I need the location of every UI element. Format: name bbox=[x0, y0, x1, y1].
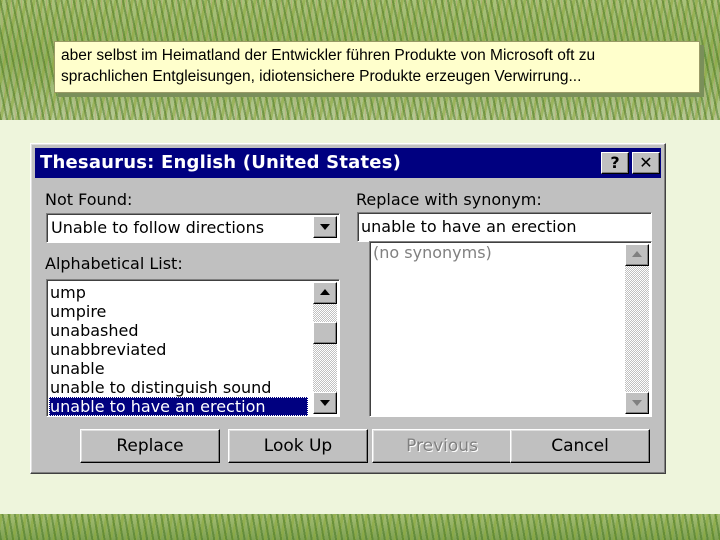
dialog-title: Thesaurus: English (United States) bbox=[40, 152, 402, 173]
list-scroll-down-button[interactable] bbox=[313, 392, 337, 414]
caption-note: aber selbst im Heimatland der Entwickler… bbox=[54, 41, 700, 93]
chevron-down-icon bbox=[320, 224, 330, 230]
previous-button[interactable]: Previous bbox=[372, 429, 512, 463]
not-found-value: Unable to follow directions bbox=[51, 218, 265, 237]
arrow-down-icon bbox=[632, 400, 642, 406]
replace-with-synonym-input[interactable]: unable to have an erection bbox=[357, 212, 652, 242]
help-button[interactable]: ? bbox=[601, 152, 629, 174]
list-item[interactable]: unabashed bbox=[50, 321, 139, 340]
close-button[interactable]: ✕ bbox=[632, 152, 660, 174]
list-item[interactable]: unable to distinguish sound bbox=[50, 378, 271, 397]
dialog-titlebar[interactable]: Thesaurus: English (United States) ? ✕ bbox=[35, 148, 661, 178]
arrow-up-icon bbox=[320, 289, 330, 295]
list-item[interactable]: umpire bbox=[50, 302, 106, 321]
replace-with-synonym-value: unable to have an erection bbox=[361, 217, 577, 236]
list-scrollbar-track[interactable] bbox=[313, 304, 337, 392]
list-item[interactable]: ump bbox=[50, 283, 86, 302]
no-synonyms-text: (no synonyms) bbox=[373, 243, 492, 262]
cancel-button[interactable]: Cancel bbox=[510, 429, 650, 463]
list-item[interactable]: unable bbox=[50, 359, 105, 378]
list-item-selected[interactable]: unable to have an erection bbox=[49, 397, 308, 416]
caption-line-2: sprachlichen Entgleisungen, idiotensiche… bbox=[61, 68, 582, 85]
not-found-label: Not Found: bbox=[45, 190, 133, 209]
replace-button[interactable]: Replace bbox=[80, 429, 220, 463]
alphabetical-list-label: Alphabetical List: bbox=[45, 254, 183, 273]
arrow-down-icon bbox=[320, 400, 330, 406]
list-scroll-up-button[interactable] bbox=[313, 282, 337, 304]
not-found-dropdown[interactable]: Unable to follow directions bbox=[46, 213, 340, 243]
arrow-up-icon bbox=[632, 251, 642, 257]
grass-background-bottom bbox=[0, 514, 720, 540]
synonyms-scroll-up-button[interactable] bbox=[625, 244, 649, 266]
alphabetical-list[interactable]: ump umpire unabashed unabbreviated unabl… bbox=[46, 279, 340, 417]
look-up-button[interactable]: Look Up bbox=[228, 429, 368, 463]
thesaurus-dialog: Thesaurus: English (United States) ? ✕ N… bbox=[30, 143, 666, 474]
synonyms-scrollbar-track[interactable] bbox=[625, 266, 649, 392]
synonyms-list[interactable]: (no synonyms) bbox=[369, 241, 652, 417]
caption-line-1: aber selbst im Heimatland der Entwickler… bbox=[61, 47, 596, 64]
replace-with-synonym-label: Replace with synonym: bbox=[356, 190, 542, 209]
list-item[interactable]: unabbreviated bbox=[50, 340, 166, 359]
not-found-dropdown-button[interactable] bbox=[313, 216, 337, 238]
list-scrollbar-thumb[interactable] bbox=[313, 322, 337, 344]
synonyms-scroll-down-button[interactable] bbox=[625, 392, 649, 414]
